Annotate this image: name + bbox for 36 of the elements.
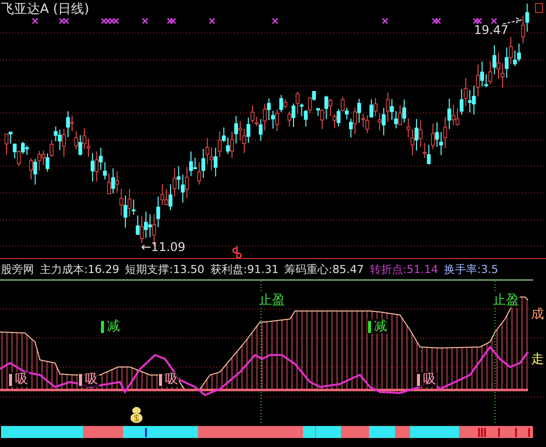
signal-bar-icon xyxy=(159,374,162,386)
signal-bar-icon xyxy=(9,374,12,386)
signal-label: 吸 xyxy=(158,372,179,387)
indicator-value: 换手率:3.5 xyxy=(444,262,498,276)
indicator-value: 主力成本:16.29 xyxy=(40,262,120,276)
indicator-value: 股旁网 xyxy=(1,262,34,276)
signal-label: 止盈 xyxy=(258,293,286,308)
signal-bar-icon xyxy=(101,320,104,332)
signal-label: 成 xyxy=(530,307,545,322)
signal-label: 减 xyxy=(367,319,388,334)
signal-label: 走 xyxy=(530,352,545,367)
square-icon xyxy=(535,3,543,13)
cross-marker-icon xyxy=(142,18,148,24)
cross-marker-icon xyxy=(32,18,38,24)
cross-marker-icon xyxy=(208,18,216,24)
cross-marker-icon xyxy=(382,18,388,24)
dollar-marker-icon xyxy=(232,245,242,258)
low-price-label: ←11.09 xyxy=(141,240,186,254)
money-bag-icon xyxy=(130,407,142,423)
arrow-icon xyxy=(502,18,522,24)
signal-bar-icon xyxy=(368,320,371,332)
indicator-value: 短期支撑:13.50 xyxy=(125,262,204,276)
indicator-value: 获利盘:91.31 xyxy=(210,262,279,276)
signal-bar-icon xyxy=(417,374,420,386)
signal-label: 吸 xyxy=(8,372,29,387)
high-price-label: 19.47 xyxy=(474,23,508,37)
cross-marker-icon xyxy=(272,18,278,24)
signal-label: 吸 xyxy=(416,372,437,387)
signal-label: 减 xyxy=(100,319,121,334)
cross-marker-icon xyxy=(490,18,498,24)
signal-label: 吸 xyxy=(78,372,99,387)
indicator-value: 转折点:51.14 xyxy=(370,262,438,276)
signal-label: 止盈 xyxy=(492,293,520,308)
chart-title: 飞亚达A (日线) xyxy=(1,1,90,18)
signal-bar-icon xyxy=(79,374,82,386)
indicator-value: 筹码重心:85.47 xyxy=(284,262,364,276)
